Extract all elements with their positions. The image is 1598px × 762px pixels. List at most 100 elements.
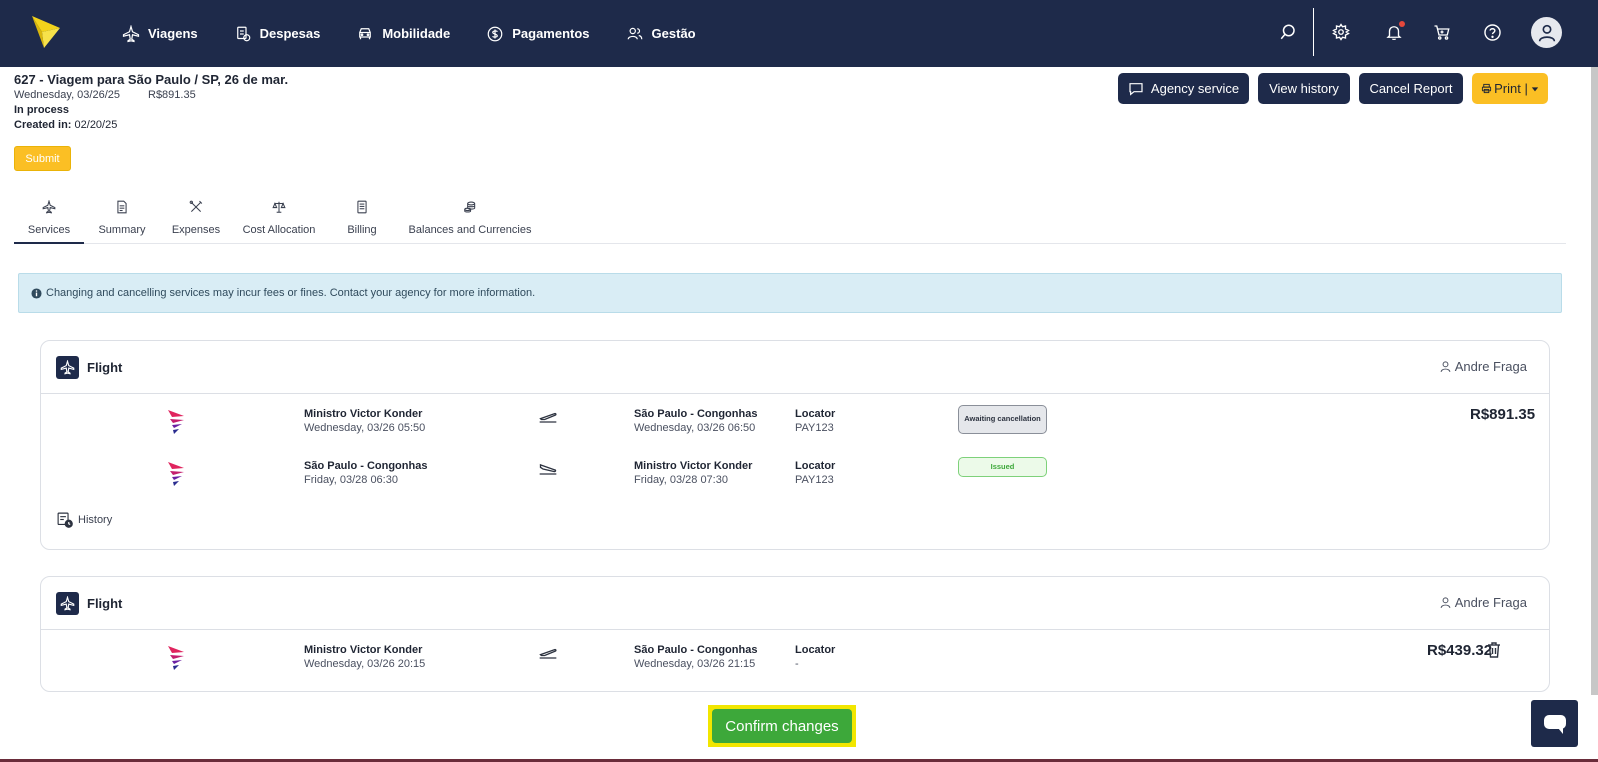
trash-icon[interactable] [1487, 642, 1501, 658]
car-icon [359, 27, 372, 39]
main-nav: Viagens Despesas Mobilidade Pagamentos G… [122, 0, 732, 67]
tools-icon [189, 200, 203, 213]
nav-item-gestao[interactable]: Gestão [626, 25, 696, 43]
takeoff-icon [539, 412, 557, 423]
card-title: Flight [87, 360, 123, 375]
card-title: Flight [87, 596, 123, 611]
confirm-highlight: Confirm changes [708, 705, 856, 747]
view-history-button[interactable]: View history [1258, 73, 1350, 104]
invoice-icon [357, 200, 367, 214]
destination-name: São Paulo - Congonhas [634, 408, 758, 420]
search-icon[interactable] [1278, 22, 1298, 42]
traveler-label: Andre Fraga [1454, 595, 1527, 610]
confirm-changes-button[interactable]: Confirm changes [712, 709, 852, 743]
brand-logo[interactable] [28, 14, 64, 50]
nav-item-despesas[interactable]: Despesas [234, 25, 321, 43]
tab-label: Services [27, 224, 71, 236]
destination-name: São Paulo - Congonhas [634, 644, 758, 656]
history-label: History [78, 513, 113, 526]
card-header: Flight Andre Fraga [41, 341, 1549, 394]
report-title: 627 - Viagem para São Paulo / SP, 26 de … [14, 72, 289, 87]
nav-item-mobilidade[interactable]: Mobilidade [356, 25, 450, 43]
flight-card: Flight Andre Fraga Ministro Victor Konde… [40, 340, 1550, 550]
created-value: 02/20/25 [71, 119, 118, 131]
nav-item-pagamentos[interactable]: Pagamentos [486, 25, 590, 43]
tab-label: Expenses [171, 224, 221, 236]
takeoff-icon [539, 648, 557, 659]
segment-destination: São Paulo - Congonhas Wednesday, 03/26 0… [634, 408, 757, 434]
flight-icon [56, 592, 79, 615]
tab-billing[interactable]: Billing [345, 196, 379, 244]
locator-label: Locator [795, 408, 836, 420]
segment-origin: Ministro Victor Konder Wednesday, 03/26 … [304, 644, 425, 670]
plane-icon [42, 200, 56, 214]
segment-origin: Ministro Victor Konder Wednesday, 03/26 … [304, 408, 425, 434]
service-price: R$439.32 [1427, 642, 1493, 659]
avatar[interactable] [1531, 17, 1562, 48]
traveler-name: Andre Fraga [1439, 359, 1527, 374]
user-icon [1440, 361, 1451, 373]
tab-summary[interactable]: Summary [96, 196, 148, 244]
tab-services[interactable]: Services [14, 196, 84, 244]
locator-value: PAY123 [795, 422, 834, 434]
status-badge: Issued [958, 457, 1047, 477]
info-icon [31, 287, 42, 299]
arrival-time: Friday, 03/28 07:30 [634, 474, 728, 486]
navbar-divider [1313, 8, 1314, 56]
tab-label: Summary [98, 224, 146, 236]
airline-logo-icon [168, 462, 184, 486]
print-label: Print | [1494, 81, 1528, 96]
agency-service-label: Agency service [1150, 81, 1240, 96]
tab-balances-currencies[interactable]: Balances and Currencies [405, 196, 535, 244]
card-header: Flight Andre Fraga [41, 577, 1549, 630]
segment-locator: Locator - [795, 644, 835, 670]
scrollbar[interactable] [1591, 67, 1598, 695]
nav-label: Viagens [148, 26, 198, 41]
top-navbar: Viagens Despesas Mobilidade Pagamentos G… [0, 0, 1598, 67]
flight-card: Flight Andre Fraga Ministro Victor Konde… [40, 576, 1550, 692]
segment-locator: Locator PAY123 [795, 460, 835, 486]
agency-service-button[interactable]: Agency service [1118, 73, 1249, 104]
origin-name: Ministro Victor Konder [304, 408, 423, 420]
tab-label: Balances and Currencies [408, 224, 532, 236]
locator-value: - [795, 658, 799, 670]
bell-icon[interactable] [1384, 21, 1405, 42]
report-amount: R$891.35 [148, 89, 196, 101]
service-price: R$891.35 [1470, 406, 1536, 423]
nav-label: Mobilidade [382, 26, 451, 41]
traveler-name: Andre Fraga [1439, 595, 1527, 610]
submit-button[interactable]: Submit [14, 146, 71, 171]
chat-button[interactable] [1531, 700, 1578, 747]
origin-name: São Paulo - Congonhas [304, 460, 428, 472]
departure-time: Wednesday, 03/26 05:50 [304, 422, 426, 434]
print-button[interactable]: Print | [1472, 73, 1548, 104]
document-icon [117, 200, 127, 214]
cancel-report-button[interactable]: Cancel Report [1359, 73, 1463, 104]
user-icon [1440, 597, 1451, 609]
receipt-icon [236, 26, 250, 41]
chat-bubble-icon [1129, 82, 1143, 96]
tab-expenses[interactable]: Expenses [171, 196, 221, 244]
cart-icon[interactable] [1432, 22, 1452, 42]
segment-destination: São Paulo - Congonhas Wednesday, 03/26 2… [634, 644, 757, 670]
nav-label: Despesas [259, 26, 321, 41]
help-icon[interactable] [1482, 22, 1502, 42]
created-label: Created in: [14, 119, 72, 131]
dollar-circle-icon [487, 26, 503, 41]
nav-item-viagens[interactable]: Viagens [122, 24, 198, 43]
arrival-time: Wednesday, 03/26 06:50 [634, 422, 756, 434]
caret-down-icon [1531, 86, 1539, 91]
history-link[interactable]: History [56, 511, 112, 528]
nav-label: Gestão [651, 26, 696, 41]
report-created: Created in: 02/20/25 [14, 119, 117, 131]
alert-text: Changing and cancelling services may inc… [46, 287, 536, 299]
gear-icon[interactable] [1331, 22, 1351, 42]
flight-icon [56, 356, 79, 379]
landing-icon [539, 463, 557, 475]
segment-destination: Ministro Victor Konder Friday, 03/28 07:… [634, 460, 752, 486]
tab-cost-allocation[interactable]: Cost Allocation [240, 196, 318, 244]
airline-logo-icon [168, 410, 184, 434]
traveler-label: Andre Fraga [1454, 359, 1527, 374]
locator-label: Locator [795, 644, 836, 656]
report-status: In process [14, 104, 70, 116]
